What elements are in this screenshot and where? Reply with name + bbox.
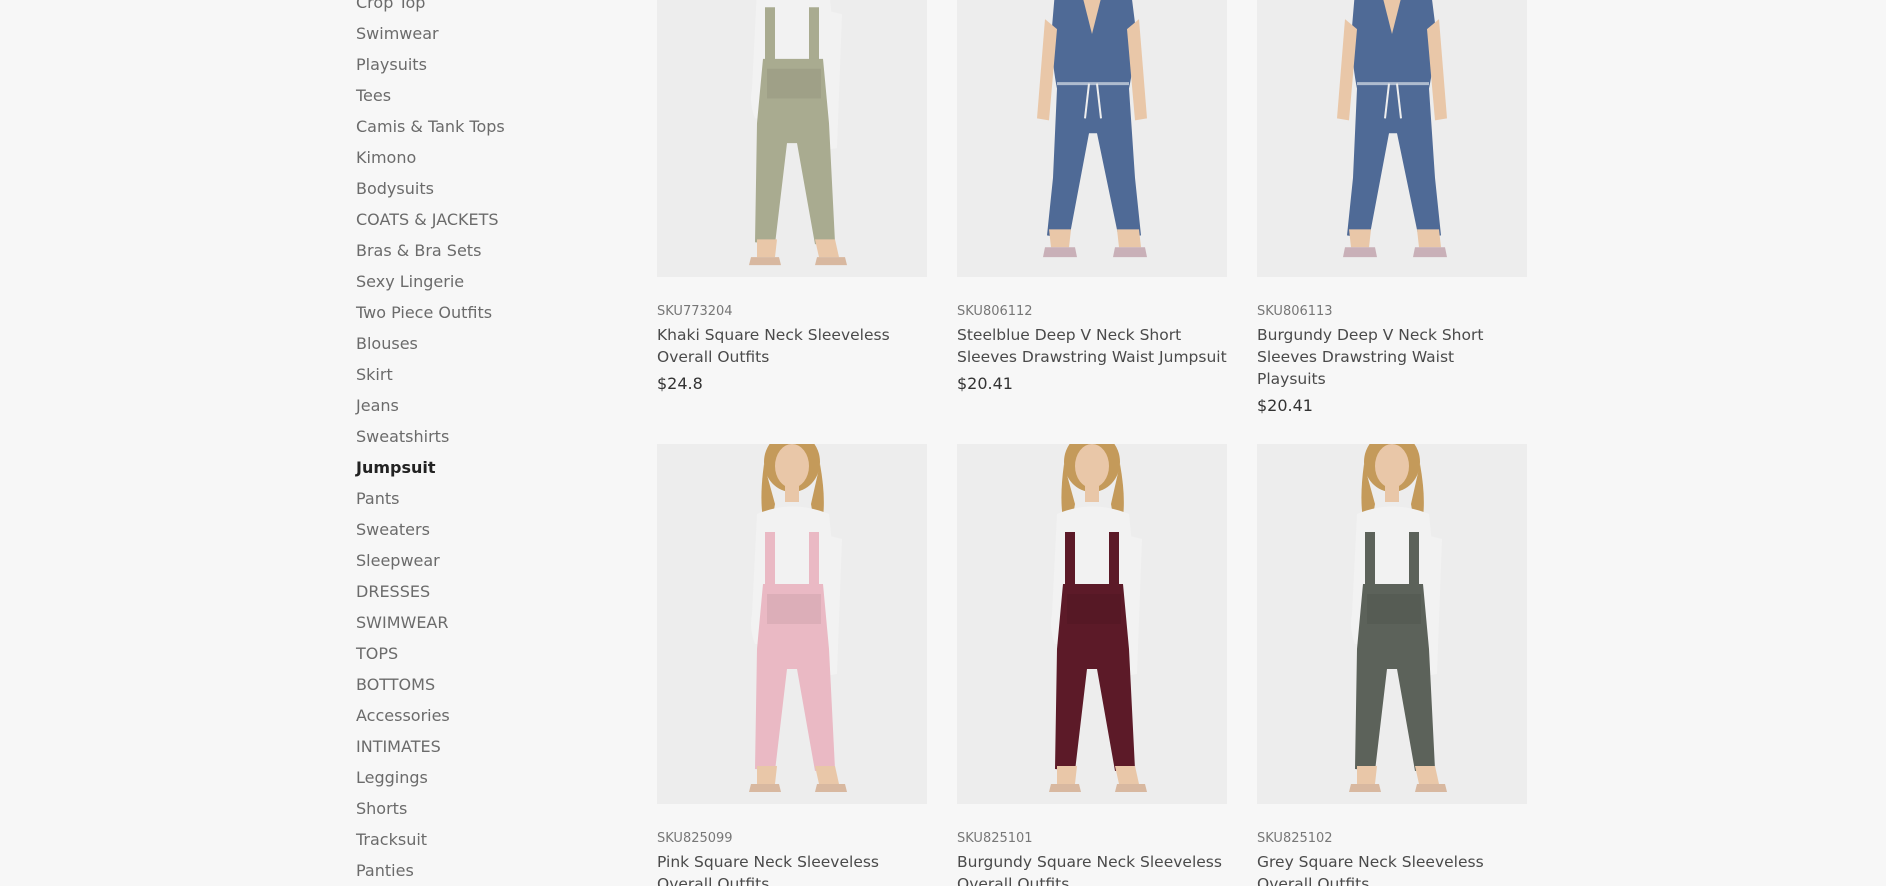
sidebar-item-bodysuits[interactable]: Bodysuits <box>356 173 616 204</box>
product-sku: SKU773204 <box>657 304 733 319</box>
product-card: SKU825102 Grey Square Neck Sleeveless Ove… <box>1257 444 1527 886</box>
product-image[interactable] <box>957 444 1227 804</box>
product-price: $24.8 <box>657 374 703 393</box>
product-name-link[interactable]: Khaki Square Neck Sleeveless Overall Out… <box>657 324 927 368</box>
product-sku: SKU806113 <box>1257 304 1333 319</box>
sidebar-item-tees[interactable]: Tees <box>356 80 616 111</box>
product-card: SKU773204 Khaki Square Neck Sleeveless Ov… <box>657 0 927 395</box>
product-name-link[interactable]: Burgundy Square Neck Sleeveless Overall … <box>957 851 1227 886</box>
sidebar-item-coats-jackets[interactable]: COATS & JACKETS <box>356 204 616 235</box>
sidebar-item-kimono[interactable]: Kimono <box>356 142 616 173</box>
product-image[interactable] <box>657 0 927 277</box>
sidebar-item-swimwear[interactable]: SWIMWEAR <box>356 607 616 638</box>
product-listing-page: Crop Top Swimwear Playsuits Tees Camis & Tan… <box>0 0 1886 886</box>
sidebar-item-panties[interactable]: Panties <box>356 855 616 886</box>
sidebar-item-playsuits[interactable]: Playsuits <box>356 49 616 80</box>
sidebar-item-bottoms[interactable]: BOTTOMS <box>356 669 616 700</box>
sidebar-item-dresses[interactable]: DRESSES <box>356 576 616 607</box>
sidebar-item-skirt[interactable]: Skirt <box>356 359 616 390</box>
sidebar-item-tracksuit[interactable]: Tracksuit <box>356 824 616 855</box>
product-image[interactable] <box>1257 0 1527 277</box>
sidebar-item-shorts[interactable]: Shorts <box>356 793 616 824</box>
product-card: SKU825099 Pink Square Neck Sleeveless Ove… <box>657 444 927 886</box>
sidebar-item-sweatshirts[interactable]: Sweatshirts <box>356 421 616 452</box>
product-sku: SKU825102 <box>1257 831 1333 846</box>
sidebar-item-tops[interactable]: TOPS <box>356 638 616 669</box>
product-card: SKU825101 Burgundy Square Neck Sleeveless… <box>957 444 1227 886</box>
product-image[interactable] <box>957 0 1227 277</box>
category-sidebar: Crop Top Swimwear Playsuits Tees Camis & Tan… <box>356 0 616 886</box>
sidebar-item-swimwear[interactable]: Swimwear <box>356 18 616 49</box>
sidebar-item-leggings[interactable]: Leggings <box>356 762 616 793</box>
sidebar-item-bras-bra-sets[interactable]: Bras & Bra Sets <box>356 235 616 266</box>
sidebar-item-sweaters[interactable]: Sweaters <box>356 514 616 545</box>
sidebar-item-two-piece-outfits[interactable]: Two Piece Outfits <box>356 297 616 328</box>
product-name-link[interactable]: Burgundy Deep V Neck Short Sleeves Draws… <box>1257 324 1527 390</box>
product-image[interactable] <box>1257 444 1527 804</box>
product-sku: SKU825101 <box>957 831 1033 846</box>
sidebar-item-camis-tank-tops[interactable]: Camis & Tank Tops <box>356 111 616 142</box>
sidebar-item-crop-top[interactable]: Crop Top <box>356 0 616 18</box>
sidebar-item-accessories[interactable]: Accessories <box>356 700 616 731</box>
sidebar-item-sleepwear[interactable]: Sleepwear <box>356 545 616 576</box>
product-price: $20.41 <box>1257 396 1313 415</box>
product-card: SKU806113 Burgundy Deep V Neck Short Slee… <box>1257 0 1527 417</box>
sidebar-item-blouses[interactable]: Blouses <box>356 328 616 359</box>
sidebar-item-sexy-lingerie[interactable]: Sexy Lingerie <box>356 266 616 297</box>
product-sku: SKU825099 <box>657 831 733 846</box>
sidebar-item-pants[interactable]: Pants <box>356 483 616 514</box>
product-image[interactable] <box>657 444 927 804</box>
sidebar-item-jeans[interactable]: Jeans <box>356 390 616 421</box>
product-name-link[interactable]: Steelblue Deep V Neck Short Sleeves Draw… <box>957 324 1227 368</box>
product-price: $20.41 <box>957 374 1013 393</box>
sidebar-item-jumpsuit[interactable]: Jumpsuit <box>356 452 616 483</box>
product-sku: SKU806112 <box>957 304 1033 319</box>
product-name-link[interactable]: Grey Square Neck Sleeveless Overall Outf… <box>1257 851 1527 886</box>
sidebar-item-intimates[interactable]: INTIMATES <box>356 731 616 762</box>
product-name-link[interactable]: Pink Square Neck Sleeveless Overall Outf… <box>657 851 927 886</box>
product-card: SKU806112 Steelblue Deep V Neck Short Sle… <box>957 0 1227 395</box>
